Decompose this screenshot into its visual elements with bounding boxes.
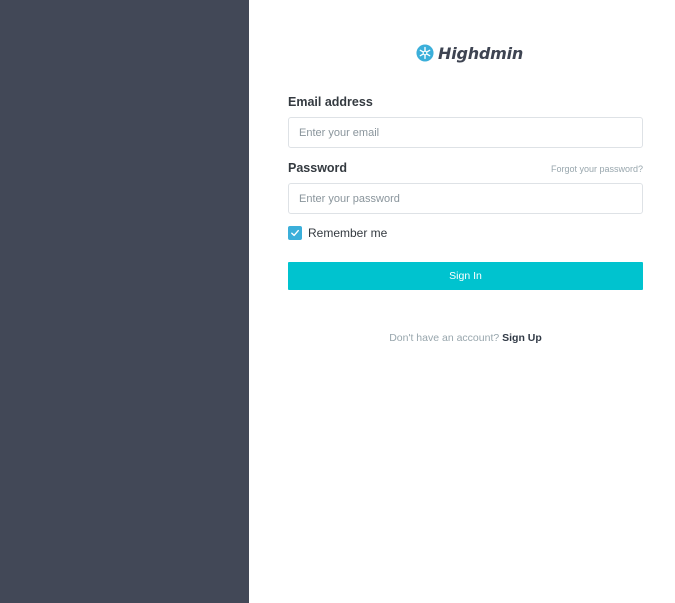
sign-up-link[interactable]: Sign Up	[502, 332, 542, 344]
signup-prompt-text: Don't have an account?	[389, 332, 500, 344]
snowflake-icon	[416, 44, 434, 62]
sign-in-button[interactable]: Sign In	[288, 262, 643, 290]
remember-me-label: Remember me	[308, 226, 388, 240]
email-input[interactable]	[288, 117, 643, 148]
signup-prompt: Don't have an account? Sign Up	[288, 332, 643, 344]
password-input[interactable]	[288, 183, 643, 214]
checkbox-checked-icon[interactable]	[288, 226, 302, 240]
email-label: Email address	[288, 95, 373, 109]
side-background-panel	[0, 0, 249, 603]
auth-panel	[249, 0, 675, 603]
forgot-password-link[interactable]: Forgot your password?	[551, 164, 643, 174]
login-page: Highdmin Email address Password Forgot y…	[0, 0, 675, 603]
password-label: Password	[288, 161, 348, 175]
remember-me-checkbox[interactable]: Remember me	[288, 226, 387, 240]
brand-logo[interactable]: Highdmin	[416, 42, 523, 64]
brand-name: Highdmin	[438, 43, 524, 63]
